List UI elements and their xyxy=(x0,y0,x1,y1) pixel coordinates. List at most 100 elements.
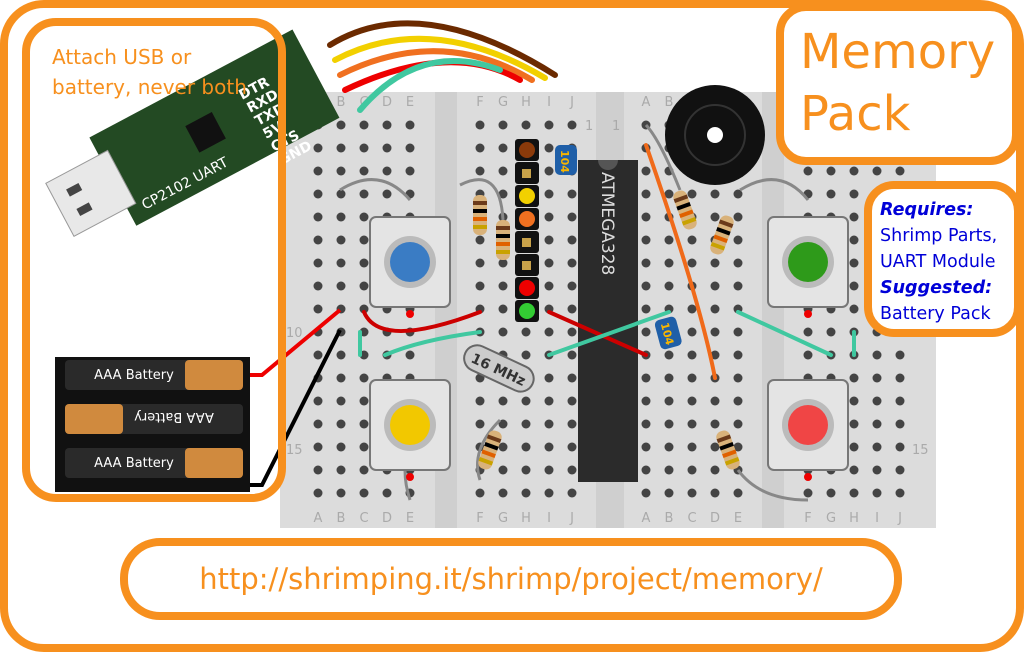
breadboard-hole xyxy=(687,327,697,337)
breadboard-hole xyxy=(567,189,577,199)
breadboard-hole xyxy=(313,143,323,153)
breadboard-hole xyxy=(895,396,905,406)
breadboard-hole xyxy=(498,143,508,153)
breadboard-hole xyxy=(687,189,697,199)
row-label-1-right: 1 xyxy=(612,119,620,134)
breadboard-hole xyxy=(641,442,651,452)
breadboard-hole xyxy=(475,258,485,268)
breadboard-hole xyxy=(313,396,323,406)
column-label: B xyxy=(337,95,346,110)
pushbutton xyxy=(369,216,451,318)
breadboard-hole xyxy=(733,373,743,383)
breadboard-hole xyxy=(336,373,346,383)
title-line-1: Memory xyxy=(800,24,996,80)
led xyxy=(390,405,430,445)
column-label: D xyxy=(382,95,392,110)
project-url[interactable]: http://shrimping.it/shrimp/project/memor… xyxy=(128,562,894,596)
breadboard-hole xyxy=(405,166,415,176)
requirements-box: Requires: Shrimp Parts, UART Module Sugg… xyxy=(864,181,1022,337)
breadboard-hole xyxy=(567,419,577,429)
breadboard-hole xyxy=(687,419,697,429)
breadboard-hole xyxy=(849,189,859,199)
breadboard-hole xyxy=(872,488,882,498)
breadboard-hole xyxy=(544,143,554,153)
breadboard-hole xyxy=(475,488,485,498)
breadboard-hole xyxy=(498,166,508,176)
led-indicator xyxy=(519,211,535,227)
breadboard-hole xyxy=(872,419,882,429)
breadboard-hole xyxy=(567,488,577,498)
breadboard-hole xyxy=(872,442,882,452)
breadboard-hole xyxy=(641,281,651,291)
breadboard-hole xyxy=(567,350,577,360)
breadboard-hole xyxy=(826,189,836,199)
breadboard-hole xyxy=(521,488,531,498)
column-label: I xyxy=(547,511,551,526)
page-title: Memory Pack xyxy=(800,21,995,145)
breadboard-hole xyxy=(475,281,485,291)
breadboard-hole xyxy=(336,442,346,452)
breadboard-hole xyxy=(687,258,697,268)
column-label: F xyxy=(804,511,811,526)
breadboard-hole xyxy=(336,120,346,130)
breadboard-hole xyxy=(664,350,674,360)
title-line-2: Pack xyxy=(800,86,911,142)
column-label: A xyxy=(642,511,651,526)
breadboard-hole xyxy=(710,304,720,314)
breadboard-hole xyxy=(849,212,859,222)
buzzer xyxy=(665,85,765,185)
breadboard-hole xyxy=(475,166,485,176)
breadboard-hole xyxy=(382,143,392,153)
breadboard-hole xyxy=(687,488,697,498)
led-indicator xyxy=(519,303,535,319)
breadboard-hole xyxy=(521,396,531,406)
breadboard-hole xyxy=(475,419,485,429)
breadboard-hole xyxy=(641,396,651,406)
chip-label: ATMEGA328 xyxy=(597,172,617,275)
breadboard-hole xyxy=(313,350,323,360)
breadboard-hole xyxy=(359,189,369,199)
breadboard-hole xyxy=(567,235,577,245)
breadboard-hole xyxy=(895,465,905,475)
breadboard-hole xyxy=(849,258,859,268)
breadboard-hole xyxy=(359,258,369,268)
column-label: I xyxy=(875,511,879,526)
title-box: Memory Pack xyxy=(776,3,1020,165)
breadboard-hole xyxy=(872,166,882,176)
breadboard-hole xyxy=(336,212,346,222)
breadboard-hole xyxy=(498,396,508,406)
breadboard-hole xyxy=(567,373,577,383)
row-label-1-mid: 1 xyxy=(585,119,593,134)
breadboard-hole xyxy=(544,419,554,429)
breadboard-hole xyxy=(664,442,674,452)
breadboard-hole xyxy=(313,419,323,429)
breadboard-hole xyxy=(359,373,369,383)
breadboard-hole xyxy=(872,465,882,475)
breadboard-hole xyxy=(475,396,485,406)
breadboard-hole xyxy=(544,327,554,337)
breadboard-hole xyxy=(359,120,369,130)
header-pin-contact xyxy=(522,169,531,178)
usage-note: Attach USB or battery, never both xyxy=(52,45,247,99)
led xyxy=(390,242,430,282)
column-label: E xyxy=(734,511,742,526)
breadboard-hole xyxy=(664,281,674,291)
breadboard-hole xyxy=(641,189,651,199)
breadboard-hole xyxy=(641,419,651,429)
breadboard-hole xyxy=(405,350,415,360)
breadboard-hole xyxy=(849,442,859,452)
column-label: G xyxy=(498,95,508,110)
column-label: D xyxy=(710,511,720,526)
pushbutton xyxy=(767,379,849,481)
breadboard-hole xyxy=(544,189,554,199)
breadboard-hole xyxy=(710,442,720,452)
column-label: C xyxy=(359,511,368,526)
breadboard-hole xyxy=(803,327,813,337)
suggested-label: Suggested: xyxy=(880,278,993,298)
header-pin-contact xyxy=(522,261,531,270)
breadboard-hole xyxy=(359,281,369,291)
breadboard-hole xyxy=(872,373,882,383)
breadboard-hole xyxy=(849,488,859,498)
breadboard-hole xyxy=(544,212,554,222)
breadboard-hole xyxy=(567,396,577,406)
